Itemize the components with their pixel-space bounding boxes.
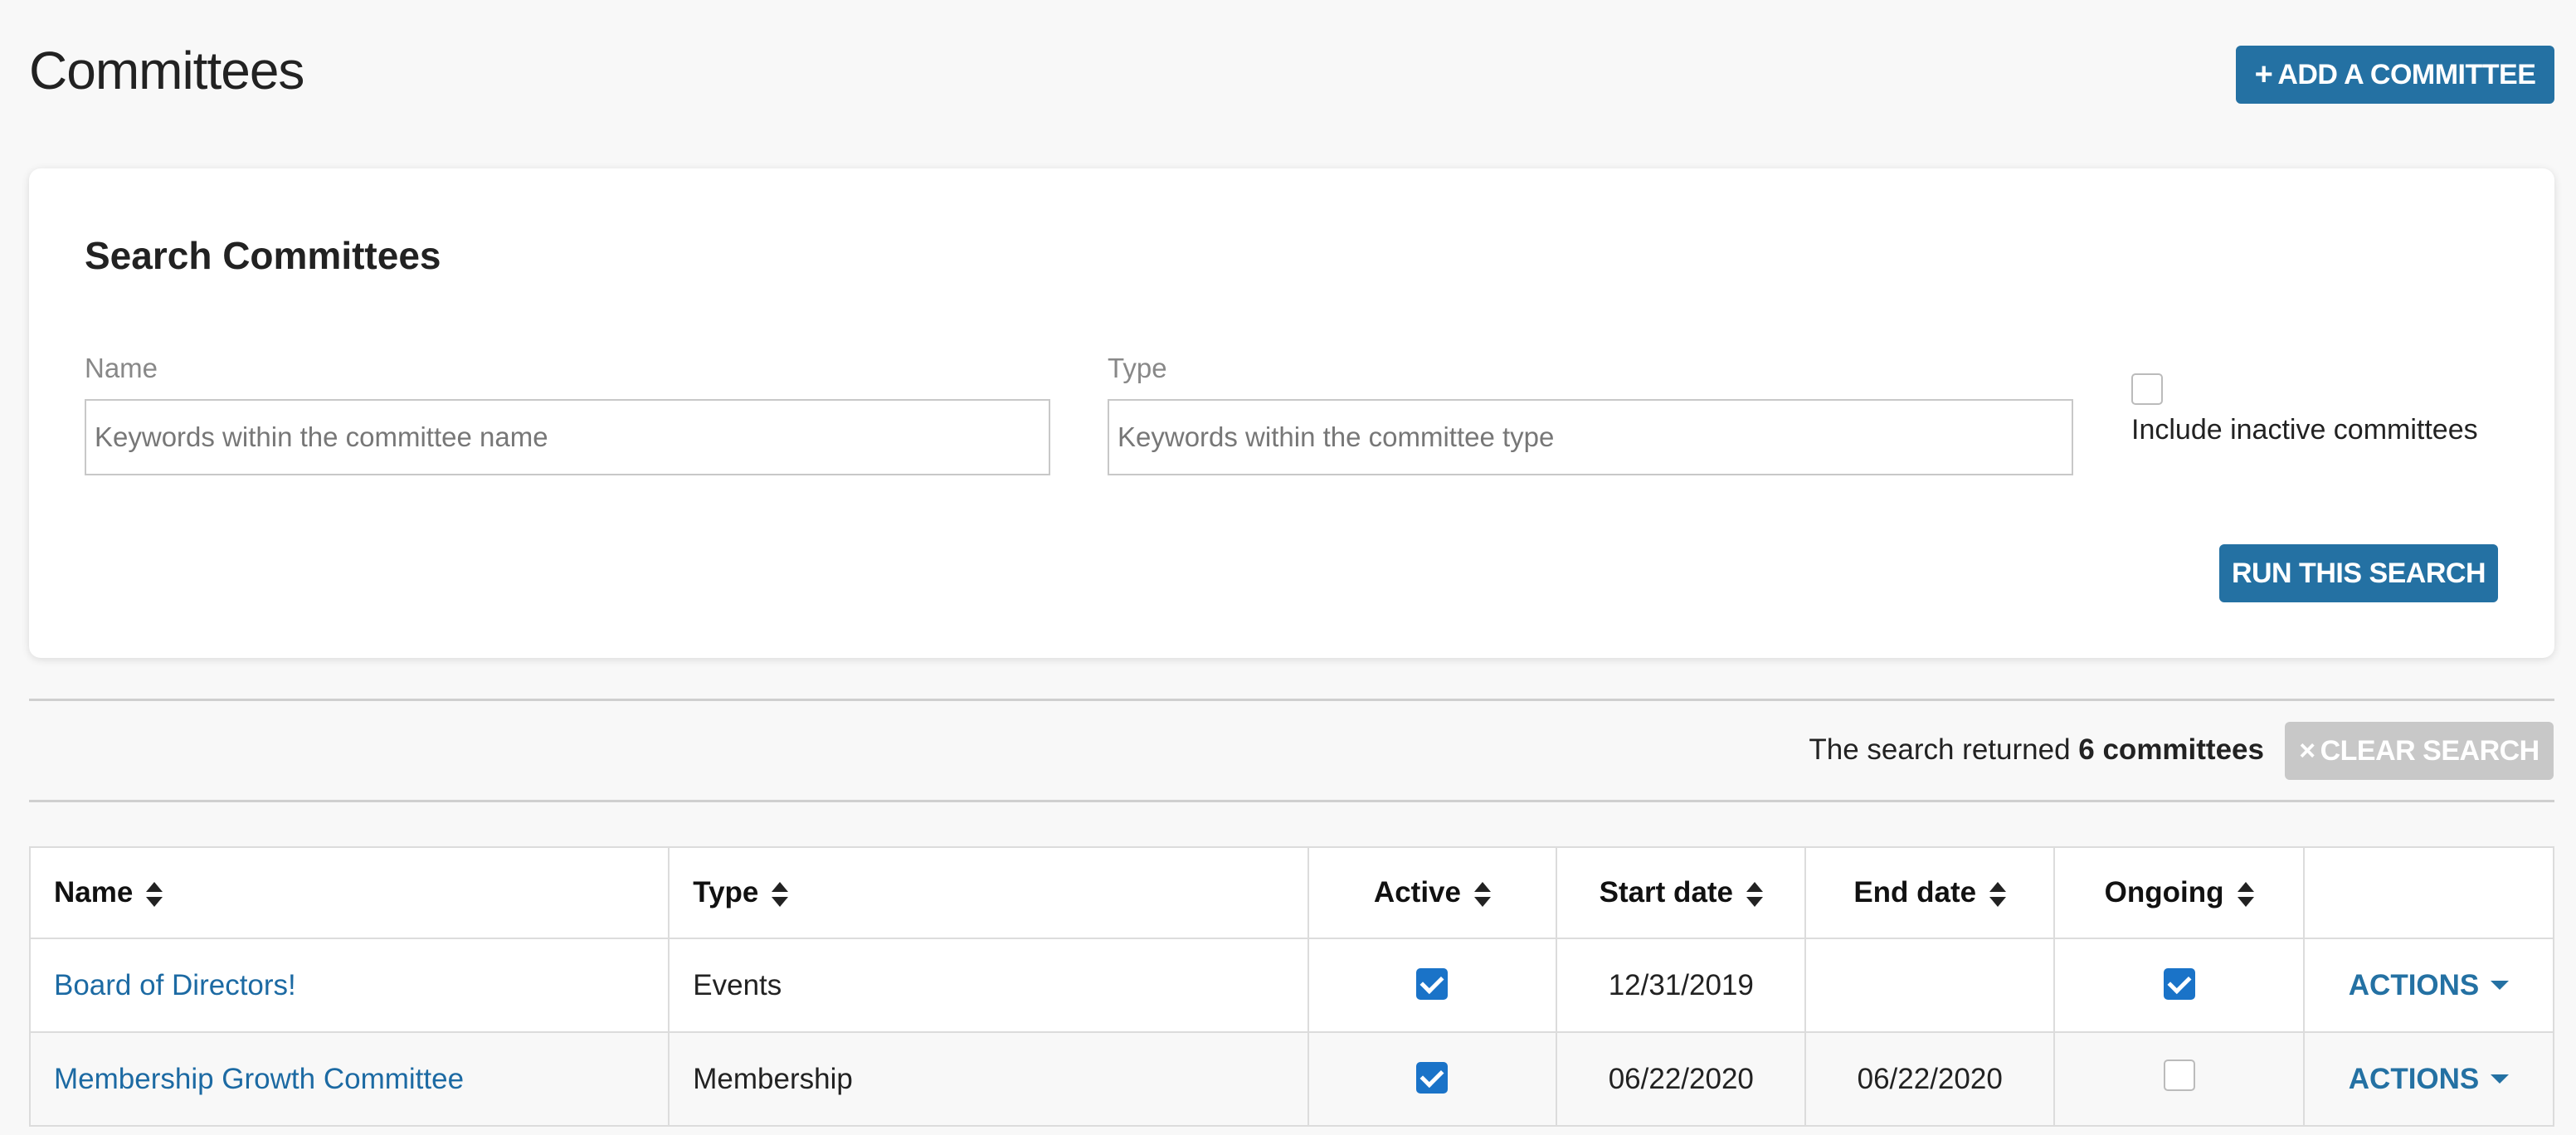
page-title: Committees xyxy=(29,41,304,100)
column-header-ongoing[interactable]: Ongoing xyxy=(2053,846,2306,939)
column-header-type[interactable]: Type xyxy=(668,846,1309,939)
results-count: 6 committees xyxy=(2078,733,2264,766)
include-inactive-label: Include inactive committees xyxy=(2131,414,2478,446)
table-row: Board of Directors! Events 12/31/2019 AC… xyxy=(28,938,2554,1033)
type-search-input[interactable] xyxy=(1108,399,2073,475)
active-checkbox[interactable] xyxy=(1416,968,1449,1001)
committee-name-link[interactable]: Membership Growth Committee xyxy=(54,1063,464,1095)
committees-table: Name Type Active Start date End date Ong… xyxy=(28,846,2554,1127)
results-summary: The search returned 6 committees xyxy=(1809,733,2264,767)
sort-icon[interactable] xyxy=(1746,881,1764,907)
sort-icon[interactable] xyxy=(2237,881,2254,907)
sort-icon[interactable] xyxy=(772,881,789,907)
type-label: Type xyxy=(1108,353,1167,383)
end-date: 06/22/2020 xyxy=(1804,1031,2056,1127)
column-header-active[interactable]: Active xyxy=(1307,846,1558,939)
run-search-button[interactable]: RUN THIS SEARCH xyxy=(2219,544,2498,602)
table-row: Membership Growth Committee Membership 0… xyxy=(28,1031,2554,1127)
sort-icon[interactable] xyxy=(1473,881,1491,907)
column-header-start-date[interactable]: Start date xyxy=(1556,846,1807,939)
clear-search-button[interactable]: × CLEAR SEARCH xyxy=(2285,722,2554,780)
sort-icon[interactable] xyxy=(146,881,163,907)
chevron-down-icon xyxy=(2491,981,2510,990)
column-header-actions xyxy=(2303,846,2554,939)
add-committee-button[interactable]: + ADD A COMMITTEE xyxy=(2236,46,2554,104)
clear-search-label: CLEAR SEARCH xyxy=(2320,734,2540,767)
results-prefix: The search returned xyxy=(1809,733,2071,766)
table-header-row: Name Type Active Start date End date Ong… xyxy=(28,846,2554,939)
actions-dropdown[interactable]: ACTIONS xyxy=(2349,1063,2510,1096)
committee-type: Events xyxy=(668,938,1309,1033)
committee-name-link[interactable]: Board of Directors! xyxy=(54,969,296,1001)
name-label: Name xyxy=(85,353,158,383)
actions-dropdown[interactable]: ACTIONS xyxy=(2349,969,2510,1002)
close-icon: × xyxy=(2299,734,2315,767)
divider-bottom xyxy=(29,800,2554,802)
column-header-end-date[interactable]: End date xyxy=(1804,846,2056,939)
ongoing-checkbox[interactable] xyxy=(2163,968,2195,1001)
active-checkbox[interactable] xyxy=(1416,1062,1449,1094)
start-date: 12/31/2019 xyxy=(1556,938,1807,1033)
ongoing-checkbox[interactable] xyxy=(2163,1059,2195,1091)
search-card: Search Committees Name Type Include inac… xyxy=(29,168,2554,658)
add-committee-label: ADD A COMMITTEE xyxy=(2277,58,2536,90)
divider-top xyxy=(29,699,2554,701)
column-header-name[interactable]: Name xyxy=(28,846,670,939)
start-date: 06/22/2020 xyxy=(1556,1031,1807,1127)
search-title: Search Committees xyxy=(85,234,441,277)
include-inactive-checkbox[interactable] xyxy=(2131,373,2163,405)
committee-type: Membership xyxy=(668,1031,1309,1127)
plus-icon: + xyxy=(2254,56,2273,92)
name-search-input[interactable] xyxy=(85,399,1050,475)
end-date xyxy=(1804,938,2056,1033)
sort-icon[interactable] xyxy=(1989,881,2007,907)
chevron-down-icon xyxy=(2491,1074,2510,1084)
